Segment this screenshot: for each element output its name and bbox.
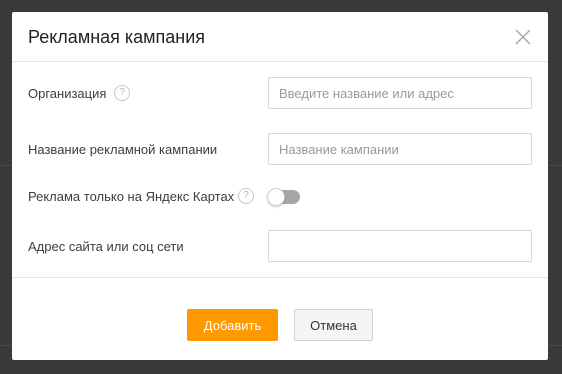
backdrop-divider <box>0 345 12 346</box>
campaign-name-input[interactable] <box>268 133 532 165</box>
campaign-name-label: Название рекламной кампании <box>28 142 218 157</box>
organization-label: Организация <box>28 86 107 101</box>
cancel-button[interactable]: Отмена <box>294 309 373 341</box>
backdrop-divider <box>548 345 562 346</box>
close-icon <box>515 29 531 45</box>
add-button[interactable]: Добавить <box>187 309 278 341</box>
site-address-input[interactable] <box>268 230 532 262</box>
question-icon[interactable]: ? <box>114 85 130 101</box>
question-icon[interactable]: ? <box>238 188 254 204</box>
dialog-header: Рекламная кампания <box>12 12 548 62</box>
maps-only-label: Реклама только на Яндекс Картах <box>28 189 235 204</box>
maps-only-toggle[interactable] <box>267 188 300 206</box>
campaign-dialog: Рекламная кампания Организация ? Названи… <box>12 12 548 360</box>
backdrop-divider <box>0 165 12 166</box>
dialog-footer: Добавить Отмена <box>12 278 548 360</box>
close-button[interactable] <box>512 26 534 48</box>
campaign-form: Организация ? Название рекламной кампани… <box>12 62 548 278</box>
organization-input[interactable] <box>268 77 532 109</box>
toggle-knob <box>267 188 285 206</box>
site-address-label: Адрес сайта или соц сети <box>28 239 184 254</box>
dialog-title: Рекламная кампания <box>28 27 206 47</box>
backdrop-divider <box>548 165 562 166</box>
